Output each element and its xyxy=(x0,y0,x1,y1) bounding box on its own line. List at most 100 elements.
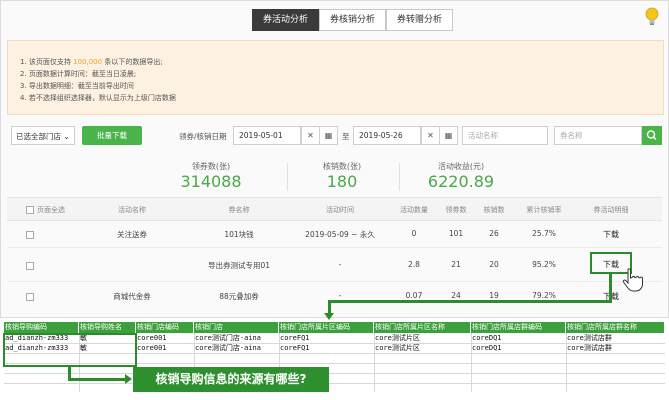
row-divider xyxy=(7,247,662,248)
hand-cursor-icon xyxy=(622,268,643,292)
row-received: 101 xyxy=(448,229,464,238)
stat-revenue-value: 6220.89 xyxy=(427,172,495,191)
header-detail: 券活动明细 xyxy=(593,206,629,214)
row-coupon: 88元叠加券 xyxy=(219,292,259,301)
sheet-cell: coreDQ1 xyxy=(472,344,502,352)
connector-line xyxy=(68,378,126,381)
stat-revenue: 活动收益(元) 6220.89 xyxy=(411,161,511,191)
connector-line xyxy=(328,300,331,314)
grid-line xyxy=(4,383,665,384)
row-coupon: 101块钱 xyxy=(224,230,254,239)
tab-activity-analysis[interactable]: 券活动分析 xyxy=(252,9,320,31)
sheet-cell: coreFQ1 xyxy=(280,344,310,352)
row-received: 21 xyxy=(451,260,461,269)
row-rate: 25.7% xyxy=(532,229,556,238)
chevron-down-icon: ⌄ xyxy=(63,132,70,141)
row-time: - xyxy=(338,291,342,300)
sheet-header: 核销门店 xyxy=(194,322,279,333)
sheet-header: 核销门店所属店群名称 xyxy=(566,322,665,333)
clear-start-icon[interactable]: ✕ xyxy=(301,126,320,145)
row-time: - xyxy=(338,260,342,269)
row-verified: 20 xyxy=(489,260,499,269)
row-checkbox[interactable] xyxy=(26,262,34,270)
row-divider xyxy=(7,281,662,282)
sheet-cell: core测试店群 xyxy=(567,334,612,342)
sheet-cell: coreDQ1 xyxy=(472,334,502,342)
sheet-cell: core001 xyxy=(137,334,167,342)
row-checkbox[interactable] xyxy=(26,231,34,239)
row-verified: 19 xyxy=(489,291,499,300)
note-1: 1. 该页面仅支持 100,000 条以下的数据导出; xyxy=(20,58,163,66)
row-activity: 关注送券 xyxy=(117,230,147,239)
sheet-header: 核销导购编码 xyxy=(4,322,79,333)
sheet-cell: coreFQ1 xyxy=(280,334,310,342)
date-end-input[interactable]: 2019-05-26 xyxy=(353,126,421,145)
row-rate: 79.2% xyxy=(532,291,556,300)
connector-line xyxy=(609,273,612,303)
row-qty: 0.07 xyxy=(405,291,423,300)
notice-box: 1. 该页面仅支持 100,000 条以下的数据导出; 2. 页面数据计算时间：… xyxy=(7,40,664,115)
analysis-tabs: 券活动分析 券核销分析 券转赠分析 xyxy=(252,9,454,31)
arrow-right-icon xyxy=(125,374,132,384)
date-start-input[interactable]: 2019-05-01 xyxy=(233,126,301,145)
sheet-cell: core测试门店-aina xyxy=(195,344,261,352)
note-3: 3. 导出数据明细：截至当前导出时间 xyxy=(20,82,134,90)
search-button[interactable] xyxy=(642,126,662,145)
stat-verified-title: 核销数(张) xyxy=(322,162,362,171)
header-select-all: 页面全选 xyxy=(37,206,65,214)
callout-question: 核销导购信息的来源有哪些? xyxy=(133,367,329,392)
coupon-name-input[interactable]: 券名称 xyxy=(554,126,642,145)
row-coupon: 导出券测试专用01 xyxy=(207,261,271,270)
sheet-header: 核销导购姓名 xyxy=(79,322,136,333)
header-coupon: 券名称 xyxy=(228,206,250,214)
sheet-header: 核销门店所属店群编码 xyxy=(471,322,566,333)
header-received[interactable]: 领券数 xyxy=(446,205,467,215)
row-activity: 商城代金券 xyxy=(113,292,151,301)
header-time: 活动时间 xyxy=(326,206,354,214)
date-range-to: 至 xyxy=(342,132,350,141)
row-qty: 0 xyxy=(411,229,417,238)
divider xyxy=(399,163,400,191)
stat-verified-value: 180 xyxy=(326,172,358,191)
stat-received-value: 314088 xyxy=(180,172,242,191)
row-received: 24 xyxy=(451,291,461,300)
sheet-header: 核销门店所属片区编码 xyxy=(279,322,374,333)
grid-line xyxy=(4,373,665,374)
sheet-cell: core001 xyxy=(137,344,167,352)
download-link[interactable]: 下载 xyxy=(603,229,619,240)
stat-revenue-title: 活动收益(元) xyxy=(437,162,485,171)
clear-end-icon[interactable]: ✕ xyxy=(421,126,440,145)
batch-download-button[interactable]: 批量下载 xyxy=(82,126,142,145)
calendar-start-icon[interactable]: ▦ xyxy=(319,126,338,145)
sheet-cell: core测试片区 xyxy=(375,334,420,342)
row-qty: 2.8 xyxy=(408,260,420,269)
note-2: 2. 页面数据计算时间：截至当日凌晨; xyxy=(20,70,137,78)
connector-line xyxy=(328,300,612,303)
activity-name-input[interactable]: 活动名称 xyxy=(462,126,548,145)
stat-received-title: 领券数(张) xyxy=(191,162,231,171)
header-verified[interactable]: 核销数 xyxy=(484,205,505,215)
tab-transfer-analysis[interactable]: 券转赠分析 xyxy=(386,9,454,31)
lightbulb-icon[interactable] xyxy=(644,7,660,27)
search-icon xyxy=(646,130,657,140)
sheet-cell: core测试门店-aina xyxy=(195,334,261,342)
divider xyxy=(287,163,288,191)
calendar-end-icon[interactable]: ▦ xyxy=(439,126,458,145)
note-4: 4. 若不选择组织选择器，默认显示为上级门店数据 xyxy=(20,94,176,102)
store-selector[interactable]: 已选全部门店 ⌄ xyxy=(11,126,75,145)
highlight-box xyxy=(3,333,137,367)
date-label: 领券/核销日期 xyxy=(179,132,227,141)
select-all-checkbox[interactable] xyxy=(26,206,34,214)
sheet-header: 核销门店编码 xyxy=(136,322,194,333)
arrow-down-icon xyxy=(324,313,334,320)
row-time: 2019-05-09 ~ 永久 xyxy=(305,230,375,239)
sheet-cell: core测试店群 xyxy=(567,344,612,352)
row-verified: 26 xyxy=(489,229,499,238)
row-checkbox[interactable] xyxy=(26,293,34,301)
report-panel: 券活动分析 券核销分析 券转赠分析 1. 该页面仅支持 100,000 条以下的… xyxy=(0,0,669,318)
sheet-cell: core测试片区 xyxy=(375,344,420,352)
header-activity: 活动名称 xyxy=(118,206,146,214)
tab-verification-analysis[interactable]: 券核销分析 xyxy=(319,9,387,31)
stat-received: 领券数(张) 314088 xyxy=(161,161,261,191)
header-qty[interactable]: 活动数量 xyxy=(400,205,428,215)
